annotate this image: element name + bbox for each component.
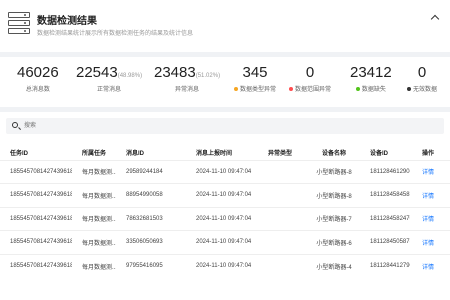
table-row: 1855457081427439618 每月数据测... 97955416095… bbox=[0, 253, 450, 278]
search-bar[interactable] bbox=[6, 118, 444, 134]
stat-total: 46026 总消息数 bbox=[17, 64, 59, 93]
stats-card: 46026 总消息数 22543(48.98%) 正常消息 23483(51.0… bbox=[0, 57, 450, 107]
stat-normal: 22543(48.98%) 正常消息 bbox=[76, 64, 143, 93]
detail-link[interactable]: 详情 bbox=[422, 194, 434, 200]
col-action: 操作 bbox=[410, 146, 450, 160]
results-table: 任务ID 所属任务 消息ID 消息上报时间 异常类型 设备名称 设备ID 操作 … bbox=[0, 146, 450, 278]
col-msg-id[interactable]: 消息ID bbox=[116, 146, 186, 160]
status-dot bbox=[289, 87, 293, 92]
detail-link[interactable]: 详情 bbox=[422, 265, 434, 271]
status-dot bbox=[407, 87, 411, 92]
table-header: 任务ID 所属任务 消息ID 消息上报时间 异常类型 设备名称 设备ID 操作 bbox=[0, 146, 450, 160]
detail-link[interactable]: 详情 bbox=[422, 241, 434, 247]
stat-invalid: 0 无效数据 bbox=[407, 64, 437, 93]
col-task[interactable]: 所属任务 bbox=[72, 146, 116, 160]
page-subtitle: 数据检测结果统计展示所有数据检测任务的结果及统计信息 bbox=[37, 31, 194, 37]
chevron-up-icon[interactable] bbox=[430, 12, 440, 22]
search-input[interactable] bbox=[24, 120, 324, 132]
col-task-id[interactable]: 任务ID bbox=[0, 146, 72, 160]
table-row: 1855457081427439618 每月数据测... 33506050693… bbox=[0, 230, 450, 254]
results-card: 任务ID 所属任务 消息ID 消息上报时间 异常类型 设备名称 设备ID 操作 … bbox=[0, 112, 450, 300]
stat-abnormal: 23483(51.02%) 异常消息 bbox=[154, 64, 221, 93]
server-icon bbox=[8, 12, 30, 36]
stat-missing: 23412 数据缺失 bbox=[350, 64, 392, 93]
stat-range-error: 0 数据范围异常 bbox=[289, 64, 331, 93]
col-time[interactable]: 消息上报时间 bbox=[186, 146, 258, 160]
search-icon bbox=[12, 122, 18, 128]
table-row: 1855457081427439618 每月数据测... 88954990058… bbox=[0, 183, 450, 207]
header-card: 数据检测结果 数据检测结果统计展示所有数据检测任务的结果及统计信息 bbox=[0, 0, 450, 52]
col-type[interactable]: 异常类型 bbox=[258, 146, 308, 160]
stat-type-error: 345 数据类型异常 bbox=[234, 64, 276, 93]
status-dot bbox=[234, 87, 238, 92]
col-device-id[interactable]: 设备ID bbox=[360, 146, 410, 160]
table-row: 1855457081427439618 每月数据测... 78632681503… bbox=[0, 206, 450, 231]
detail-link[interactable]: 详情 bbox=[422, 217, 434, 223]
status-dot bbox=[355, 87, 360, 92]
detail-link[interactable]: 详情 bbox=[422, 170, 434, 176]
page-title: 数据检测结果 bbox=[37, 16, 97, 27]
table-row: 1855457081427439618 每月数据测... 29589244184… bbox=[0, 159, 450, 184]
col-device[interactable]: 设备名称 bbox=[308, 146, 360, 160]
